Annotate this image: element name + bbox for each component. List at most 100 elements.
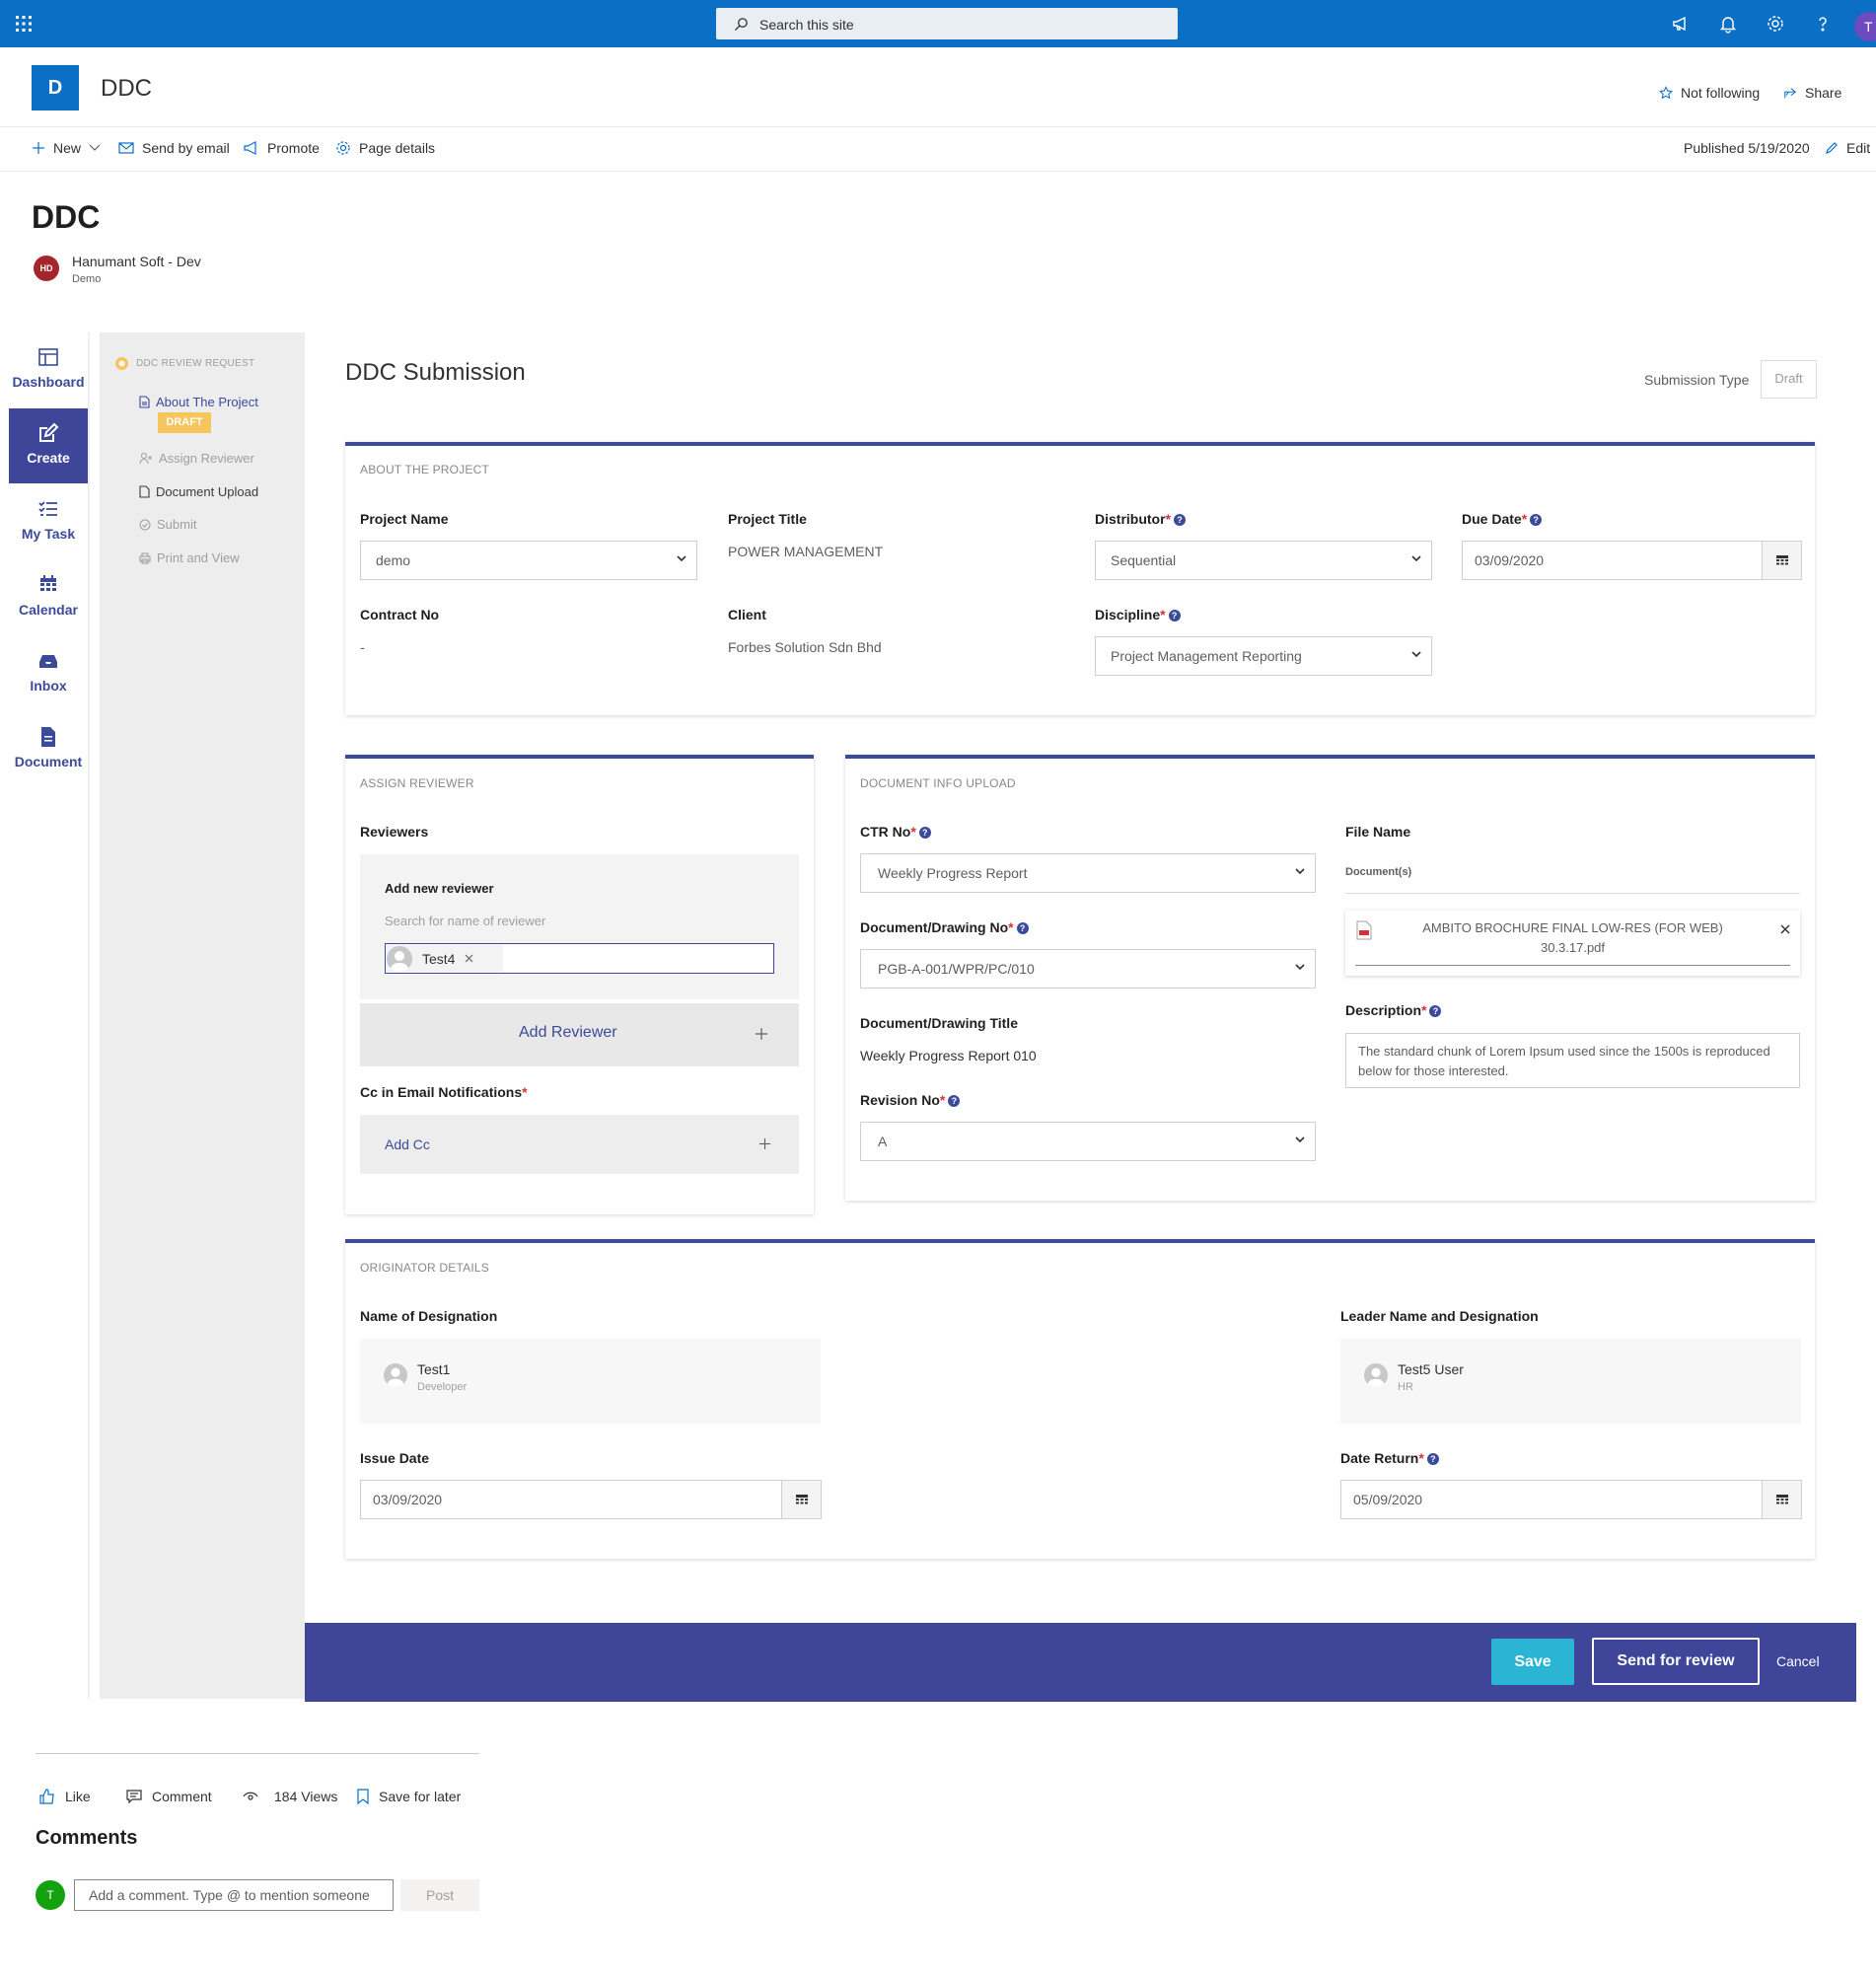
distributor-select[interactable]: Sequential bbox=[1095, 541, 1432, 580]
cc-label: Cc in Email Notifications* bbox=[360, 1084, 528, 1100]
comment-button[interactable]: Comment bbox=[126, 1789, 212, 1804]
step-panel bbox=[100, 332, 305, 1699]
designation-person[interactable]: Test1 Developer bbox=[384, 1361, 467, 1393]
nav-label: Calendar bbox=[19, 602, 78, 618]
leader-person[interactable]: Test5 User HR bbox=[1364, 1361, 1464, 1393]
close-icon[interactable] bbox=[465, 954, 473, 963]
contract-no-label: Contract No bbox=[360, 607, 440, 622]
doc-no-select[interactable]: PGB-A-001/WPR/PC/010 bbox=[860, 949, 1316, 988]
date-return-input[interactable]: 05/09/2020 bbox=[1340, 1480, 1802, 1519]
dashboard-icon bbox=[37, 346, 59, 368]
page-details-button[interactable]: Page details bbox=[335, 140, 435, 156]
bell-icon[interactable] bbox=[1718, 14, 1738, 34]
share-label: Share bbox=[1805, 85, 1842, 101]
step-document-upload[interactable]: Document Upload bbox=[139, 484, 258, 499]
plus-icon bbox=[758, 1137, 771, 1150]
step-label: Print and View bbox=[157, 550, 240, 565]
calendar-icon[interactable] bbox=[1762, 542, 1801, 579]
doc-no-label: Document/Drawing No*? bbox=[860, 919, 1029, 935]
author-avatar[interactable]: HD bbox=[34, 256, 59, 281]
add-reviewer-button[interactable]: Add Reviewer bbox=[360, 1003, 799, 1066]
nav-create[interactable]: Create bbox=[9, 408, 88, 483]
megaphone-icon[interactable] bbox=[1671, 14, 1691, 34]
like-button[interactable]: Like bbox=[39, 1789, 91, 1804]
doc-title-label: Document/Drawing Title bbox=[860, 1015, 1018, 1031]
post-button[interactable]: Post bbox=[400, 1879, 479, 1911]
step-assign-reviewer[interactable]: Assign Reviewer bbox=[139, 451, 254, 466]
check-badge-icon bbox=[139, 518, 151, 531]
client-label: Client bbox=[728, 607, 766, 622]
documents-label: Document(s) bbox=[1345, 866, 1412, 878]
close-icon[interactable] bbox=[1780, 924, 1790, 934]
nav-dashboard[interactable]: Dashboard bbox=[9, 332, 88, 407]
calendar-icon[interactable] bbox=[781, 1481, 821, 1518]
send-for-review-button[interactable]: Send for review bbox=[1592, 1638, 1760, 1685]
app-launcher-icon[interactable] bbox=[14, 14, 34, 34]
cancel-button[interactable]: Cancel bbox=[1776, 1653, 1820, 1669]
send-by-email-button[interactable]: Send by email bbox=[118, 140, 230, 156]
submission-type-label: Submission Type bbox=[1644, 372, 1750, 388]
nav-my-task[interactable]: My Task bbox=[9, 484, 88, 559]
task-list-icon bbox=[37, 498, 59, 520]
reviewers-label: Reviewers bbox=[360, 824, 429, 840]
person-icon bbox=[1364, 1363, 1388, 1387]
gear-icon[interactable] bbox=[1766, 14, 1785, 34]
section-title: DOCUMENT INFO UPLOAD bbox=[860, 776, 1016, 790]
site-logo[interactable]: D bbox=[32, 65, 79, 110]
revision-label: Revision No*? bbox=[860, 1092, 961, 1108]
header-divider bbox=[0, 126, 1876, 127]
file-name-line1: AMBITO BROCHURE FINAL LOW-RES (FOR WEB) bbox=[1422, 920, 1723, 935]
me-avatar[interactable]: T bbox=[1854, 12, 1876, 41]
due-date-label: Due Date*? bbox=[1462, 511, 1543, 527]
share-button[interactable]: Share bbox=[1783, 85, 1841, 101]
issue-date-input[interactable]: 03/09/2020 bbox=[360, 1480, 822, 1519]
comments-title: Comments bbox=[36, 1827, 138, 1849]
author-name[interactable]: Hanumant Soft - Dev bbox=[72, 254, 201, 269]
promote-button[interactable]: Promote bbox=[244, 140, 320, 156]
views-label: 184 Views bbox=[274, 1789, 338, 1804]
description-textarea[interactable]: The standard chunk of Lorem Ipsum used s… bbox=[1345, 1033, 1800, 1088]
ctr-no-select[interactable]: Weekly Progress Report bbox=[860, 853, 1316, 893]
add-cc-button[interactable]: Add Cc bbox=[360, 1115, 799, 1174]
thumbs-up-icon bbox=[39, 1789, 55, 1804]
file-item[interactable]: AMBITO BROCHURE FINAL LOW-RES (FOR WEB) … bbox=[1345, 911, 1800, 976]
revision-select[interactable]: A bbox=[860, 1122, 1316, 1161]
step-about-project[interactable]: About The Project bbox=[139, 395, 258, 409]
person-icon bbox=[387, 945, 412, 972]
edit-button[interactable]: Edit bbox=[1825, 140, 1870, 156]
site-search-input[interactable]: Search this site bbox=[716, 8, 1178, 39]
calendar-icon[interactable] bbox=[1762, 1481, 1801, 1518]
nav-divider bbox=[88, 332, 90, 1699]
help-icon: ? bbox=[1530, 514, 1543, 526]
help-icon: ? bbox=[1174, 514, 1187, 526]
comment-input[interactable]: Add a comment. Type @ to mention someone bbox=[74, 1879, 394, 1911]
leader-person-role: HR bbox=[1398, 1381, 1413, 1393]
bookmark-icon bbox=[357, 1789, 369, 1804]
nav-inbox[interactable]: Inbox bbox=[9, 636, 88, 711]
step-label: Submit bbox=[157, 517, 197, 532]
chevron-down-icon bbox=[1295, 1136, 1305, 1143]
section-title: ASSIGN REVIEWER bbox=[360, 776, 474, 790]
due-date-input[interactable]: 03/09/2020 bbox=[1462, 541, 1802, 580]
step-print-view[interactable]: Print and View bbox=[139, 550, 240, 565]
select-value: PGB-A-001/WPR/PC/010 bbox=[878, 961, 1035, 977]
page-title: DDC bbox=[32, 199, 101, 235]
draft-badge: DRAFT bbox=[158, 412, 211, 433]
views-count: 184 Views bbox=[243, 1789, 337, 1804]
comment-label: Comment bbox=[152, 1789, 212, 1804]
new-button[interactable]: New bbox=[32, 140, 101, 156]
save-button[interactable]: Save bbox=[1491, 1639, 1574, 1685]
follow-button[interactable]: Not following bbox=[1659, 85, 1760, 101]
project-name-select[interactable]: demo bbox=[360, 541, 697, 580]
help-icon: ? bbox=[1429, 1005, 1442, 1017]
nav-label: Inbox bbox=[30, 678, 67, 694]
nav-calendar[interactable]: Calendar bbox=[9, 560, 88, 635]
discipline-select[interactable]: Project Management Reporting bbox=[1095, 636, 1432, 676]
help-icon[interactable] bbox=[1813, 14, 1833, 34]
save-for-later-button[interactable]: Save for later bbox=[357, 1789, 461, 1804]
nav-document[interactable]: Document bbox=[9, 712, 88, 787]
designation-person-name: Test1 bbox=[417, 1361, 451, 1377]
step-submit[interactable]: Submit bbox=[139, 517, 196, 532]
site-title[interactable]: DDC bbox=[101, 75, 152, 103]
gear-icon bbox=[335, 140, 351, 156]
